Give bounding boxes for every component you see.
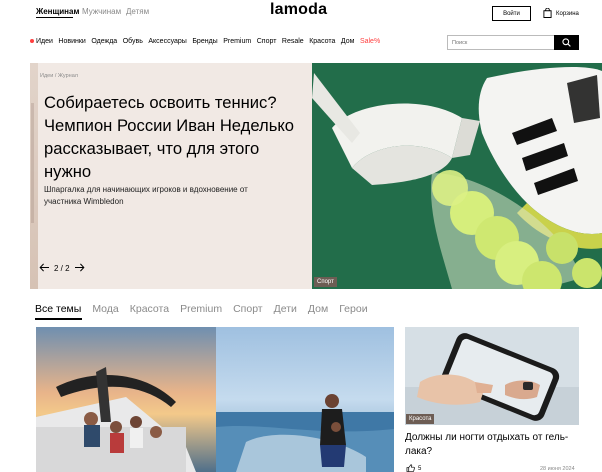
hero-image[interactable]: Спорт <box>312 63 602 289</box>
cart-button[interactable]: Корзина <box>543 7 579 20</box>
tab-home[interactable]: Дом <box>308 303 328 315</box>
gender-women-tab[interactable]: Женщинам <box>36 7 79 16</box>
tab-kids[interactable]: Дети <box>274 303 297 315</box>
hero-subtitle: Шпаргалка для начинающих игроков и вдохн… <box>44 185 248 206</box>
tab-all[interactable]: Все темы <box>35 303 81 315</box>
tab-heroes[interactable]: Герои <box>339 303 367 315</box>
tab-fashion[interactable]: Мода <box>92 303 118 315</box>
hero-tag-badge[interactable]: Спорт <box>314 277 337 287</box>
nav-item-accessories[interactable]: Аксессуары <box>148 38 186 45</box>
publish-date: 28 июня 2024 <box>540 466 575 472</box>
hero-accent-shadow <box>31 103 34 223</box>
nav-item-new[interactable]: Новинки <box>58 38 85 45</box>
gender-kids-tab[interactable]: Детям <box>126 7 149 16</box>
nav-item-resale[interactable]: Resale <box>282 38 304 45</box>
bag-icon <box>543 7 552 20</box>
logo[interactable]: lamoda <box>270 1 327 19</box>
tab-active-underline <box>35 318 82 320</box>
arrow-left-icon[interactable] <box>39 263 50 274</box>
tab-sport[interactable]: Спорт <box>233 303 263 315</box>
small-card-tag-badge[interactable]: Красота <box>406 414 435 424</box>
nav-item-ideas[interactable]: Идеи <box>30 38 53 45</box>
hero-title[interactable]: Собираетесь освоить теннис? Чемпион Росс… <box>44 91 304 183</box>
hero-pager: 2 / 2 <box>39 263 85 274</box>
breadcrumb-journal[interactable]: Журнал <box>58 73 78 79</box>
nav-item-beauty[interactable]: Красота <box>309 38 335 45</box>
breadcrumb-ideas[interactable]: Идеи <box>40 73 53 79</box>
pager-counter: 2 / 2 <box>54 264 70 273</box>
nav-item-premium[interactable]: Premium <box>223 38 251 45</box>
topic-tabs: Все темы Мода Красота Premium Спорт Дети… <box>35 303 379 315</box>
arrow-right-icon[interactable] <box>74 263 85 274</box>
boat-photo <box>36 327 394 472</box>
main-nav: Идеи Новинки Одежда Обувь Аксессуары Бре… <box>30 38 386 45</box>
gender-men-tab[interactable]: Мужчинам <box>82 7 121 16</box>
gender-active-underline <box>36 17 73 18</box>
tennis-shoe-visor-illustration <box>312 63 602 289</box>
article-card-large[interactable] <box>36 327 394 472</box>
thumbs-up-icon <box>406 464 415 472</box>
nails-phone-photo <box>405 327 579 425</box>
breadcrumb: Идеи / Журнал <box>40 73 78 79</box>
login-button[interactable]: Войти <box>492 6 531 21</box>
cart-label: Корзина <box>556 11 579 17</box>
top-bar: Женщинам Мужчинам Детям lamoda Войти Кор… <box>0 0 602 28</box>
article-card-small-image[interactable]: Красота <box>405 327 579 425</box>
ideas-dot-icon <box>30 39 34 44</box>
search-icon <box>562 38 571 47</box>
nav-item-sport[interactable]: Спорт <box>257 38 277 45</box>
search-input[interactable] <box>447 35 554 50</box>
nav-item-label: Идеи <box>36 38 53 45</box>
small-card-title[interactable]: Должны ли ногти отдыхать от гель-лака? <box>405 431 585 459</box>
likes-counter[interactable]: 5 <box>406 464 421 472</box>
tab-beauty[interactable]: Красота <box>130 303 169 315</box>
nav-item-home[interactable]: Дом <box>341 38 355 45</box>
nav-item-brands[interactable]: Бренды <box>192 38 217 45</box>
search-bar <box>447 35 579 50</box>
nav-item-clothes[interactable]: Одежда <box>91 38 117 45</box>
tab-premium[interactable]: Premium <box>180 303 222 315</box>
likes-count: 5 <box>418 466 422 472</box>
search-button[interactable] <box>554 35 579 50</box>
nav-item-shoes[interactable]: Обувь <box>123 38 143 45</box>
nav-item-sale[interactable]: Sale% <box>360 38 380 45</box>
